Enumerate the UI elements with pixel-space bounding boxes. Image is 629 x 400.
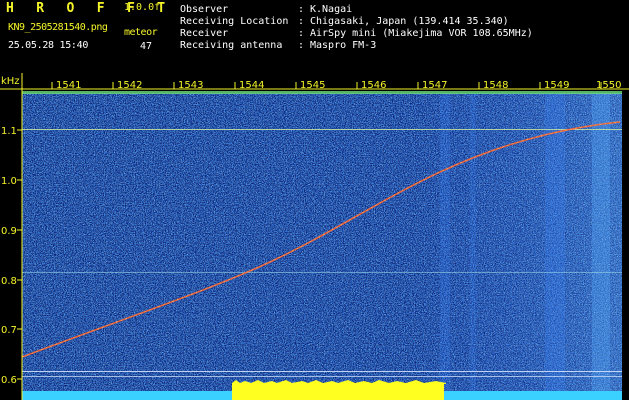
hroft-window: H R O F F T 1.0.0f KN9_2505281540.png 25… (0, 0, 629, 400)
x-tick-label: 1542 (117, 80, 142, 91)
x-tick-label: 1550 (596, 80, 621, 91)
x-tick-label: 1541 (56, 80, 81, 91)
y-tick-label: 1.0 (1, 176, 17, 187)
vertical-streak (592, 93, 610, 391)
spectrogram: 1541 1542 1543 1544 1545 1546 1547 1548 … (0, 73, 629, 400)
carrier-line-0620 (22, 371, 622, 372)
x-tick-label: 1543 (178, 80, 203, 91)
y-tick-label: 0.7 (1, 325, 17, 336)
y-axis-unit: kHz (1, 76, 20, 87)
y-tick-label: 0.6 (1, 375, 17, 386)
vertical-streak (545, 93, 565, 391)
power-band-cyan (22, 391, 232, 400)
power-band-yellow (232, 383, 444, 400)
x-tick-label: 1545 (300, 80, 325, 91)
vertical-streak (470, 93, 476, 391)
power-band-cyan (444, 391, 622, 400)
carrier-line-1100 (22, 129, 622, 130)
y-tick-label: 1.1 (1, 126, 17, 137)
vertical-streak (440, 93, 450, 391)
x-tick-label: 1548 (483, 80, 508, 91)
x-tick-label: 1546 (361, 80, 386, 91)
y-tick-label: 0.8 (1, 276, 17, 287)
carrier-line-0810 (22, 272, 622, 273)
y-tick-label: 0.9 (1, 226, 17, 237)
x-tick-label: 1544 (239, 80, 264, 91)
carrier-line-0610 (22, 376, 622, 377)
x-tick-label: 1549 (544, 80, 569, 91)
y-axis-labels: 1.1 1.0 0.9 0.8 0.7 0.6 (1, 126, 22, 386)
x-tick-label: 1547 (422, 80, 447, 91)
top-carrier-line (22, 91, 622, 94)
